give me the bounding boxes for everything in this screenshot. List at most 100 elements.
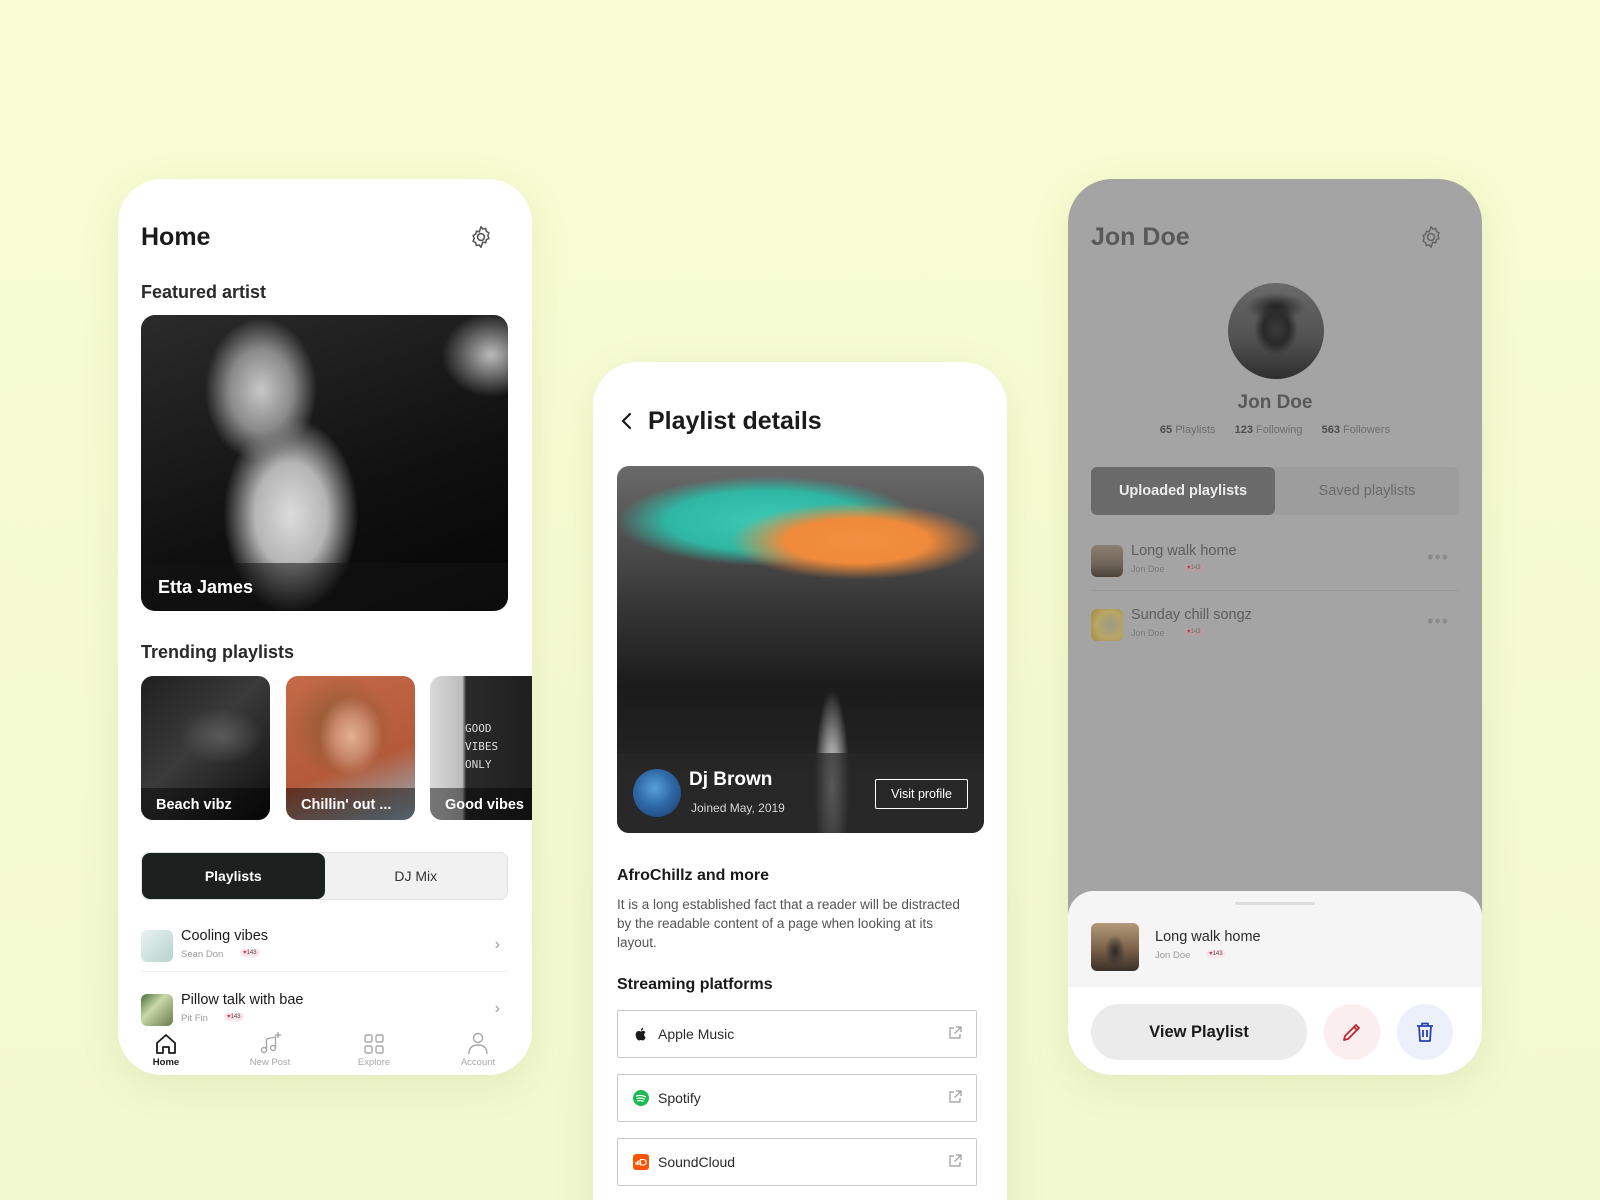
pencil-icon bbox=[1343, 1024, 1360, 1041]
trending-card[interactable]: Chillin' out ... bbox=[286, 676, 415, 820]
stat-value: 123 bbox=[1234, 424, 1253, 436]
playlist-thumbnail bbox=[1091, 923, 1139, 971]
list-item-author: Sean Don bbox=[181, 949, 224, 960]
likes-count: 143 bbox=[1190, 565, 1201, 571]
stat-following: 123 Following bbox=[1235, 424, 1303, 436]
soundcloud-icon bbox=[633, 1154, 649, 1170]
sign-line: VIBES bbox=[465, 740, 499, 753]
more-options-icon[interactable]: ••• bbox=[1427, 547, 1449, 568]
likes-count: 143 bbox=[1190, 629, 1201, 635]
tab-account[interactable]: Account bbox=[438, 1029, 518, 1068]
list-item-author: Jon Doe bbox=[1131, 564, 1165, 574]
stat-value: 563 bbox=[1321, 424, 1340, 436]
sign-line: ONLY bbox=[465, 758, 492, 771]
sign-text: GOOD VIBES ONLY bbox=[465, 720, 498, 774]
stat-followers: 563 Followers bbox=[1322, 424, 1391, 436]
home-icon bbox=[156, 1034, 176, 1054]
tab-explore[interactable]: Explore bbox=[334, 1029, 414, 1068]
bottom-tab-bar: Home New Post Explore Account bbox=[118, 1029, 532, 1075]
list-item-author: Jon Doe bbox=[1131, 628, 1165, 638]
list-item-title: Sunday chill songz bbox=[1131, 607, 1252, 623]
profile-segment-control: Uploaded playlists Saved playlists bbox=[1091, 467, 1459, 515]
trending-carousel[interactable]: Beach vibz Chillin' out ... GOOD VIBES O… bbox=[141, 676, 532, 820]
playlist-details-screen: Playlist details Dj Brown Joined May, 20… bbox=[593, 362, 1007, 1200]
segment-playlists[interactable]: Playlists bbox=[142, 853, 325, 899]
platform-name: Apple Music bbox=[658, 1026, 735, 1042]
playlist-thumbnail bbox=[141, 994, 173, 1026]
likes-count: 143 bbox=[230, 1014, 241, 1020]
chevron-right-icon: › bbox=[494, 1000, 500, 1017]
list-item[interactable]: Long walk home Jon Doe ♥143 ••• bbox=[1091, 537, 1459, 591]
tab-label: Home bbox=[152, 1057, 180, 1068]
trending-card[interactable]: Beach vibz bbox=[141, 676, 270, 820]
platforms-heading: Streaming platforms bbox=[617, 976, 773, 993]
playlist-thumbnail bbox=[141, 930, 173, 962]
tab-label: Explore bbox=[357, 1057, 391, 1068]
stat-label: Following bbox=[1256, 424, 1303, 436]
stat-value: 65 bbox=[1159, 424, 1173, 436]
chevron-right-icon: › bbox=[494, 936, 500, 953]
trending-card-label: Beach vibz bbox=[156, 797, 232, 813]
list-item-title: Cooling vibes bbox=[181, 928, 269, 944]
tab-home[interactable]: Home bbox=[126, 1029, 206, 1068]
list-item[interactable]: Cooling vibes Sean Don ♥143 › bbox=[141, 924, 508, 972]
spotify-icon bbox=[633, 1090, 649, 1106]
platform-spotify[interactable]: Spotify bbox=[617, 1074, 977, 1122]
visit-profile-button[interactable]: Visit profile bbox=[875, 779, 968, 809]
list-item-author: Pit Fin bbox=[181, 1013, 208, 1024]
apple-icon bbox=[635, 1027, 646, 1041]
featured-heading: Featured artist bbox=[141, 282, 267, 302]
playlist-title: AfroChillz and more bbox=[617, 867, 770, 884]
list-item[interactable]: Sunday chill songz Jon Doe ♥143 ••• bbox=[1091, 601, 1459, 649]
sign-line: GOOD bbox=[465, 722, 492, 735]
platform-name: Spotify bbox=[658, 1090, 701, 1106]
likes-badge: ♥143 bbox=[1184, 564, 1204, 572]
bottom-sheet: Long walk home Jon Doe ♥143 View Playlis… bbox=[1068, 891, 1482, 1075]
likes-count: 143 bbox=[246, 950, 257, 956]
tab-new-post[interactable]: New Post bbox=[230, 1029, 310, 1068]
platform-apple-music[interactable]: Apple Music bbox=[617, 1010, 977, 1058]
trending-card[interactable]: GOOD VIBES ONLY Good vibes bbox=[430, 676, 532, 820]
edit-button[interactable] bbox=[1324, 1004, 1380, 1060]
platform-soundcloud[interactable]: SoundCloud bbox=[617, 1138, 977, 1186]
segment-saved-playlists[interactable]: Saved playlists bbox=[1275, 467, 1459, 515]
more-options-icon[interactable]: ••• bbox=[1427, 611, 1449, 632]
stat-label: Followers bbox=[1343, 424, 1391, 436]
stat-playlists: 65 Playlists bbox=[1160, 424, 1216, 436]
segment-dj-mix[interactable]: DJ Mix bbox=[325, 853, 508, 899]
segment-uploaded-playlists[interactable]: Uploaded playlists bbox=[1091, 467, 1275, 515]
avatar bbox=[1228, 283, 1324, 379]
gear-icon[interactable] bbox=[468, 224, 494, 250]
external-link-icon bbox=[949, 1154, 962, 1167]
trending-heading: Trending playlists bbox=[141, 642, 295, 662]
music-note-plus-icon bbox=[260, 1032, 281, 1054]
joined-date: Joined May, 2019 bbox=[691, 801, 785, 815]
divider bbox=[141, 971, 508, 972]
likes-badge: ♥143 bbox=[240, 949, 260, 957]
playlist-cover: Dj Brown Joined May, 2019 Visit profile bbox=[617, 466, 984, 833]
trash-icon bbox=[1417, 1022, 1433, 1042]
gear-icon[interactable] bbox=[1418, 224, 1444, 250]
grid-icon bbox=[364, 1034, 384, 1054]
likes-badge: ♥143 bbox=[1184, 628, 1204, 636]
featured-artist-card[interactable]: Etta James bbox=[141, 315, 508, 611]
featured-artist-name: Etta James bbox=[158, 577, 254, 597]
profile-screen: Jon Doe Jon Doe 65 Playlists 123 Followi… bbox=[1068, 179, 1482, 1075]
playlist-thumbnail bbox=[1091, 609, 1123, 641]
trending-card-label: Good vibes bbox=[445, 797, 524, 813]
drag-handle[interactable] bbox=[1235, 902, 1315, 905]
page-title: Jon Doe bbox=[1091, 223, 1190, 251]
avatar[interactable] bbox=[633, 769, 681, 817]
external-link-icon bbox=[949, 1090, 962, 1103]
chevron-left-icon[interactable] bbox=[617, 410, 637, 432]
external-link-icon bbox=[949, 1026, 962, 1039]
playlist-description: It is a long established fact that a rea… bbox=[617, 897, 960, 950]
likes-badge: ♥143 bbox=[224, 1013, 244, 1021]
tab-label: Account bbox=[460, 1057, 496, 1068]
trending-card-label: Chillin' out ... bbox=[301, 797, 392, 813]
view-playlist-button[interactable]: View Playlist bbox=[1091, 1004, 1307, 1060]
likes-badge: ♥143 bbox=[1206, 950, 1226, 958]
delete-button[interactable] bbox=[1397, 1004, 1453, 1060]
tab-label: New Post bbox=[249, 1057, 291, 1068]
platform-name: SoundCloud bbox=[658, 1154, 736, 1170]
